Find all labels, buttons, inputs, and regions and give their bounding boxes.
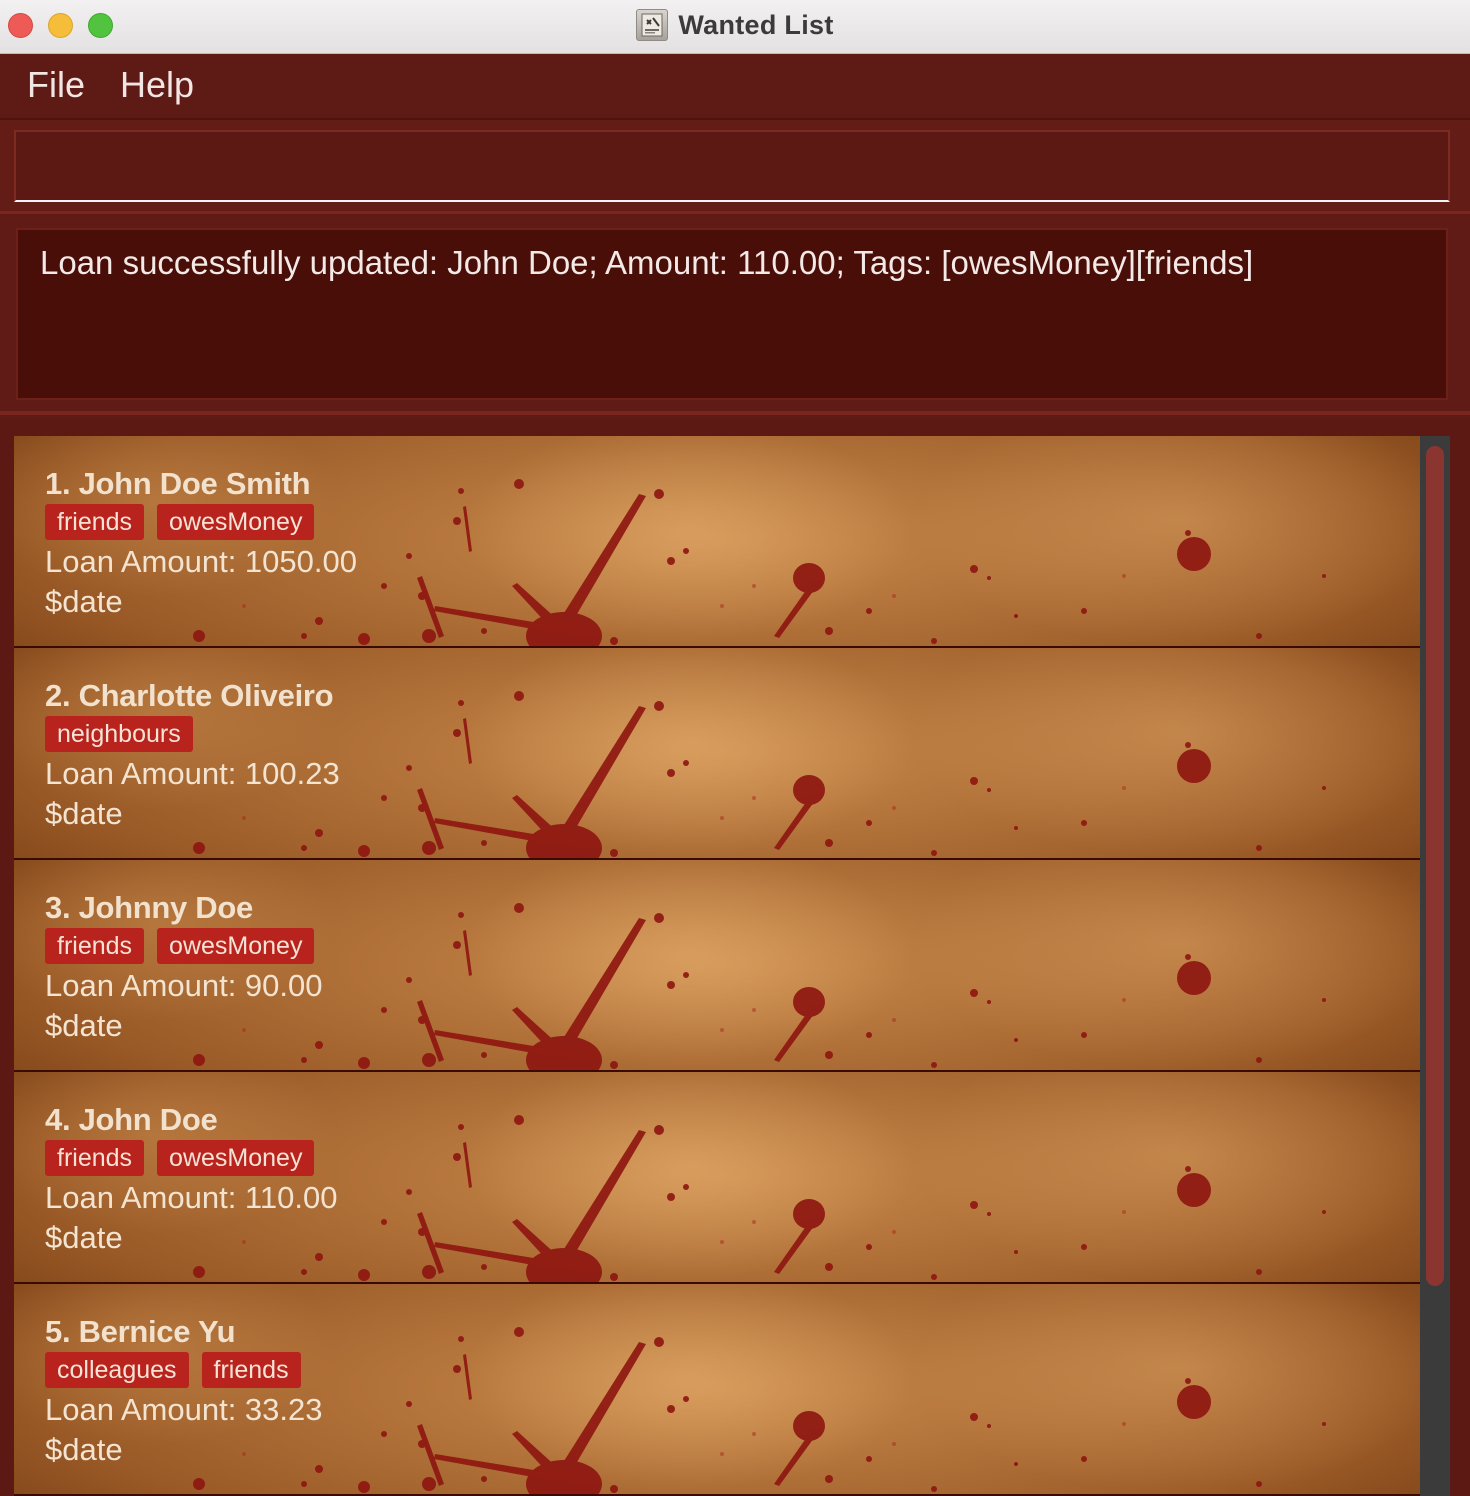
window-title-group: Wanted List: [0, 0, 1470, 50]
tag-list: colleagues friends: [45, 1352, 323, 1390]
tag-label: friends: [45, 1140, 145, 1176]
person-list[interactable]: 1. John Doe Smith friends owesMoney Loan …: [14, 436, 1420, 1496]
person-card-content: 2. Charlotte Oliveiro neighbours Loan Am…: [45, 676, 340, 834]
person-name: 1. John Doe Smith: [45, 466, 311, 501]
result-display: Loan successfully updated: John Doe; Amo…: [16, 228, 1448, 400]
tag-label: friends: [201, 1352, 301, 1388]
scrollbar-track[interactable]: [1420, 436, 1450, 1496]
person-card[interactable]: 1. John Doe Smith friends owesMoney Loan …: [14, 436, 1420, 648]
result-message: Loan successfully updated: John Doe; Amo…: [40, 244, 1254, 281]
tag-list: neighbours: [45, 716, 340, 754]
menu-file[interactable]: File: [27, 64, 85, 106]
tag-label: owesMoney: [157, 1140, 315, 1176]
person-card-content: 4. John Doe friends owesMoney Loan Amount…: [45, 1100, 337, 1258]
loan-amount: Loan Amount: 33.23: [45, 1392, 323, 1427]
tag-label: friends: [45, 504, 145, 540]
person-card[interactable]: 2. Charlotte Oliveiro neighbours Loan Am…: [14, 648, 1420, 860]
loan-amount: Loan Amount: 90.00: [45, 968, 323, 1003]
loan-amount: Loan Amount: 110.00: [45, 1180, 338, 1215]
title-bar: Wanted List: [0, 0, 1470, 54]
tag-label: friends: [45, 928, 145, 964]
person-card-content: 3. Johnny Doe friends owesMoney Loan Amou…: [45, 888, 323, 1046]
person-name: 5. Bernice Yu: [45, 1314, 236, 1349]
loan-date: $date: [45, 1008, 123, 1043]
loan-date: $date: [45, 584, 123, 619]
command-input[interactable]: [14, 130, 1450, 202]
loan-date: $date: [45, 1432, 123, 1467]
menu-bar: File Help: [0, 54, 1470, 120]
person-card-content: 1. John Doe Smith friends owesMoney Loan …: [45, 464, 357, 622]
app-window: Wanted List File Help Loan successfully …: [0, 0, 1470, 1496]
person-card[interactable]: 3. Johnny Doe friends owesMoney Loan Amou…: [14, 860, 1420, 1072]
loan-amount: Loan Amount: 100.23: [45, 756, 340, 791]
tag-list: friends owesMoney: [45, 928, 323, 966]
wanted-poster-icon: [636, 9, 669, 41]
loan-amount: Loan Amount: 1050.00: [45, 544, 357, 579]
tag-label: neighbours: [45, 716, 193, 752]
scrollbar-thumb[interactable]: [1426, 446, 1444, 1286]
tag-label: owesMoney: [157, 504, 315, 540]
command-box-region: [0, 120, 1470, 214]
person-card-content: 5. Bernice Yu colleagues friends Loan Amo…: [45, 1312, 323, 1470]
person-name: 4. John Doe: [45, 1102, 218, 1137]
person-list-region: 1. John Doe Smith friends owesMoney Loan …: [0, 419, 1470, 1496]
person-name: 2. Charlotte Oliveiro: [45, 678, 334, 713]
tag-label: owesMoney: [157, 928, 315, 964]
tag-list: friends owesMoney: [45, 504, 357, 542]
tag-list: friends owesMoney: [45, 1140, 337, 1178]
window-title: Wanted List: [678, 9, 834, 40]
person-card[interactable]: 5. Bernice Yu colleagues friends Loan Amo…: [14, 1284, 1420, 1496]
loan-date: $date: [45, 1220, 123, 1255]
result-display-region: Loan successfully updated: John Doe; Amo…: [0, 217, 1470, 415]
menu-help[interactable]: Help: [120, 64, 194, 106]
tag-label: colleagues: [45, 1352, 189, 1388]
person-card[interactable]: 4. John Doe friends owesMoney Loan Amount…: [14, 1072, 1420, 1284]
loan-date: $date: [45, 796, 123, 831]
person-name: 3. Johnny Doe: [45, 890, 253, 925]
